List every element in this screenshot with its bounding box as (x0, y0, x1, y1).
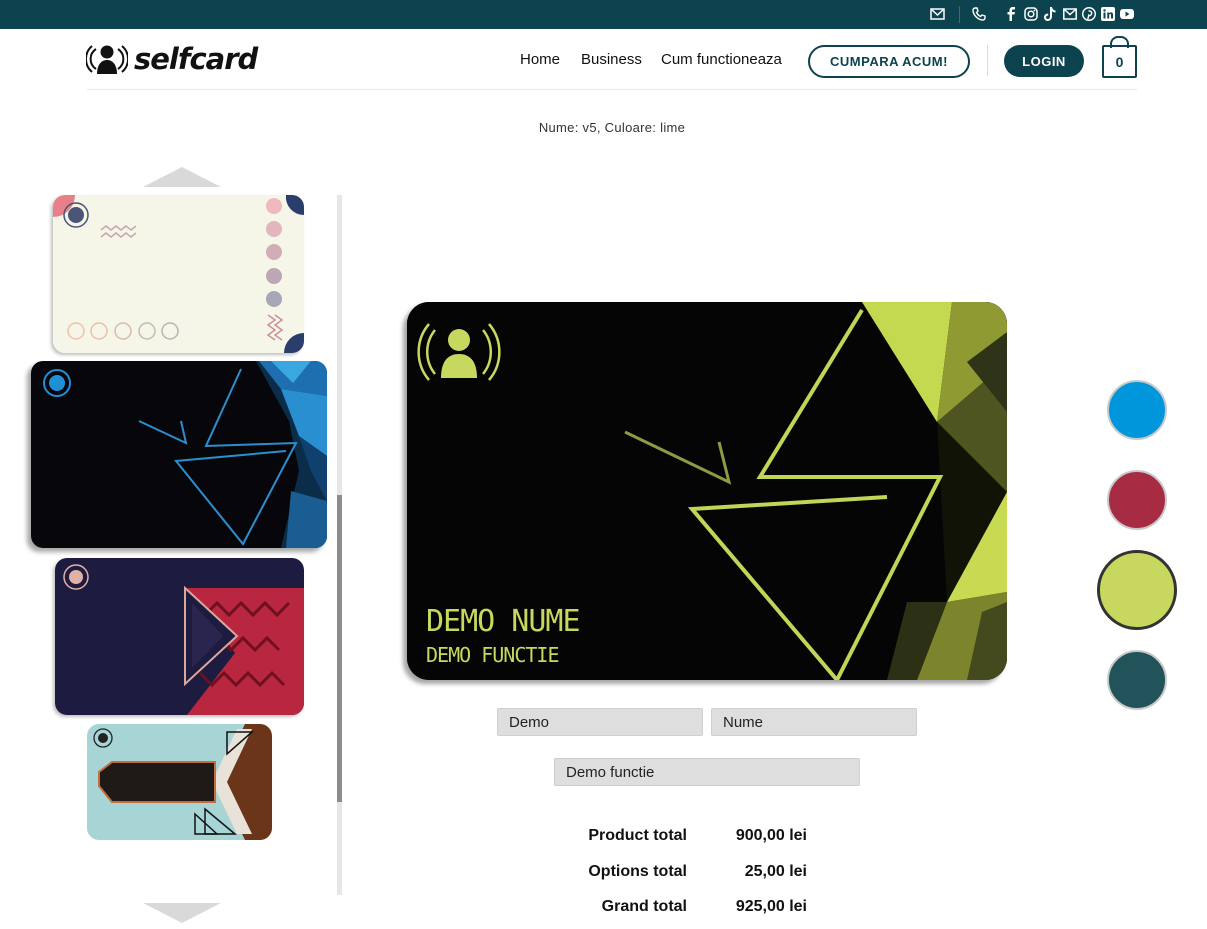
nav-home[interactable]: Home (520, 51, 560, 68)
color-swatch-blue[interactable] (1107, 380, 1167, 440)
card-preview: DEMO NUME DEMO FUNCTIE (407, 302, 1007, 680)
first-name-input[interactable]: Demo (497, 708, 703, 736)
logo-text: selfcard (134, 42, 258, 76)
facebook-icon[interactable] (1007, 7, 1016, 21)
buy-now-button[interactable]: CUMPARA ACUM! (808, 45, 970, 78)
top-bar (0, 0, 1207, 29)
grand-total-label: Grand total (601, 898, 687, 915)
selfcard-logo-icon (86, 45, 128, 74)
nav-business[interactable]: Business (581, 51, 642, 68)
tiktok-icon[interactable] (1044, 7, 1056, 21)
instagram-icon[interactable] (1024, 7, 1038, 21)
product-variant-subtitle: Nume: v5, Culoare: lime (538, 120, 686, 135)
product-total-value: 900,00 lei (735, 827, 807, 844)
site-header: selfcard Home Business Cum functioneaza … (0, 29, 1207, 90)
grand-total-value: 925,00 lei (735, 898, 807, 915)
topbar-divider (959, 6, 960, 23)
email-icon[interactable] (1063, 7, 1077, 21)
header-divider (987, 45, 988, 76)
design-thumbnail-1[interactable] (53, 195, 304, 353)
function-input[interactable]: Demo functie (554, 758, 860, 786)
color-swatch-teal[interactable] (1107, 650, 1167, 710)
options-total-label: Options total (588, 863, 687, 880)
color-swatch-red[interactable] (1107, 470, 1167, 530)
phone-icon[interactable] (972, 7, 986, 21)
design-thumbnail-2[interactable] (31, 361, 327, 548)
gallery-scrollbar-thumb[interactable] (337, 495, 342, 802)
options-total-value: 25,00 lei (744, 863, 807, 880)
gallery-up-arrow-icon[interactable] (143, 167, 221, 187)
cart-button[interactable]: 0 (1102, 45, 1137, 78)
header-divider-line (87, 89, 1137, 90)
site-logo[interactable]: selfcard (86, 39, 258, 79)
product-total-label: Product total (588, 827, 687, 844)
last-name-input[interactable]: Nume (711, 708, 917, 736)
design-thumbnail-3[interactable] (55, 558, 304, 715)
youtube-icon[interactable] (1120, 7, 1134, 21)
linkedin-icon[interactable] (1101, 7, 1115, 21)
envelope-icon[interactable] (930, 7, 945, 21)
pinterest-icon[interactable] (1082, 7, 1096, 21)
login-button[interactable]: LOGIN (1004, 45, 1084, 77)
gallery-down-arrow-icon[interactable] (143, 903, 221, 923)
color-swatch-lime[interactable] (1097, 550, 1177, 630)
nav-cum-functioneaza[interactable]: Cum functioneaza (661, 51, 782, 68)
card-function-text: DEMO FUNCTIE (426, 643, 559, 667)
design-thumbnail-4[interactable] (87, 724, 272, 840)
card-name-text: DEMO NUME (426, 604, 581, 639)
